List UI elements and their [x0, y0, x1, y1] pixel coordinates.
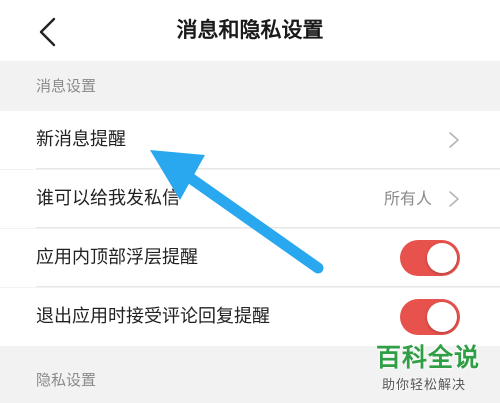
toggle-knob [427, 243, 457, 273]
navbar: 消息和隐私设置 [0, 0, 500, 61]
divider [36, 168, 500, 169]
row-label: 谁可以给我发私信 [36, 188, 180, 209]
row-label: 应用内顶部浮层提醒 [36, 247, 198, 268]
page-title: 消息和隐私设置 [176, 18, 324, 42]
toggle-switch[interactable] [400, 299, 460, 335]
row-value: 所有人 [383, 189, 432, 208]
toggle-knob [427, 302, 457, 332]
row-new-message-reminder[interactable]: 新消息提醒 [0, 111, 500, 169]
section-title: 消息设置 [36, 77, 97, 95]
section-header-message: 消息设置 [0, 61, 500, 111]
row-private-message-permission[interactable]: 谁可以给我发私信 所有人 [0, 170, 500, 228]
section-title: 隐私设置 [36, 371, 97, 389]
watermark-title: 百科全说 [376, 343, 481, 372]
divider [36, 227, 500, 228]
row-label: 退出应用时接受评论回复提醒 [36, 306, 270, 327]
watermark-subtitle: 助你轻松解决 [382, 378, 467, 393]
chevron-right-icon [449, 191, 459, 207]
row-in-app-top-float-reminder: 应用内顶部浮层提醒 [0, 229, 500, 287]
toggle-switch[interactable] [400, 240, 460, 276]
watermark: 百科全说 助你轻松解决 [374, 338, 496, 398]
chevron-right-icon [449, 132, 459, 148]
row-label: 新消息提醒 [36, 129, 126, 150]
divider [36, 286, 500, 287]
